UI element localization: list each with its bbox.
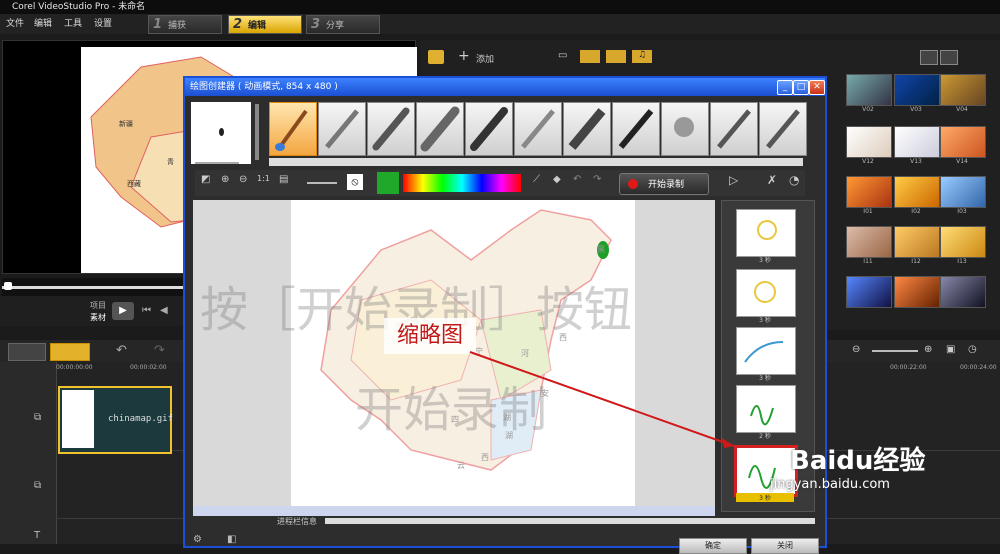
watermark-main: Baidu经验 <box>790 446 926 476</box>
baidu-watermark: Baidu经验 jingyan.baidu.com <box>770 440 926 492</box>
watermark-sub: jingyan.baidu.com <box>770 477 890 492</box>
